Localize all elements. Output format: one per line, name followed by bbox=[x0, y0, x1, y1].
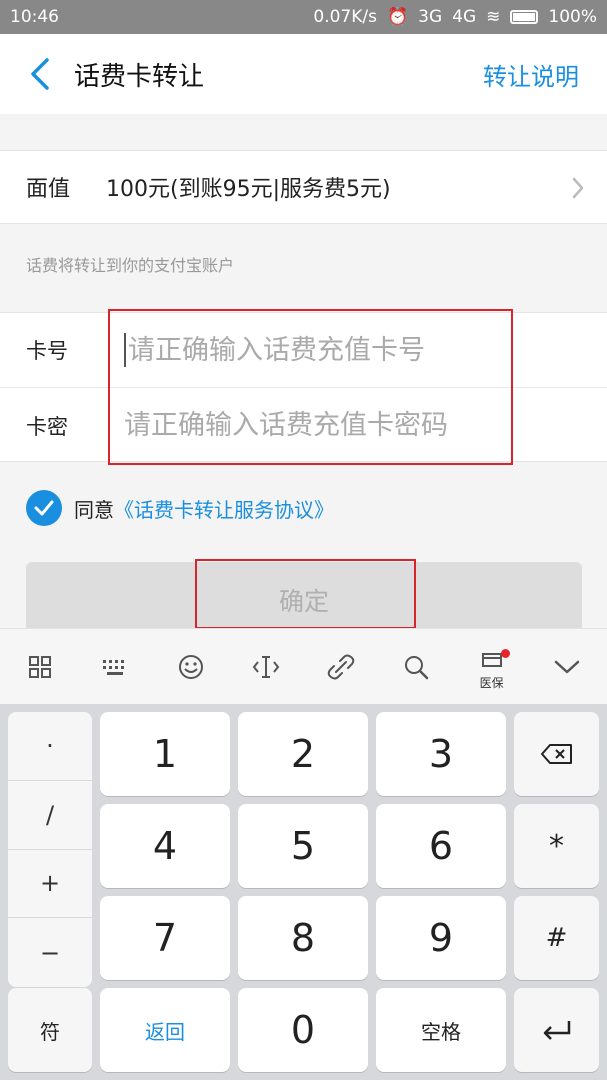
agreement-link[interactable]: 《话费卡转让服务协议》 bbox=[114, 494, 334, 523]
back-key[interactable]: 返回 bbox=[100, 988, 230, 1072]
key-plus[interactable]: + bbox=[8, 850, 92, 919]
numeric-keyboard: · / + − 1 2 3 4 5 6 * 7 8 9 # 符 返回 0 空格 bbox=[0, 704, 607, 1080]
grid-icon[interactable] bbox=[18, 645, 62, 689]
key-7[interactable]: 7 bbox=[100, 896, 230, 980]
medical-card-icon[interactable]: 医保 bbox=[470, 645, 514, 690]
key-3[interactable]: 3 bbox=[376, 712, 506, 796]
key-1[interactable]: 1 bbox=[100, 712, 230, 796]
page-title: 话费卡转让 bbox=[74, 61, 205, 92]
status-time: 10:46 bbox=[10, 7, 59, 27]
nav-bar: 话费卡转让 转让说明 bbox=[0, 34, 607, 114]
key-2[interactable]: 2 bbox=[238, 712, 368, 796]
notification-dot bbox=[500, 648, 510, 658]
space-key[interactable]: 空格 bbox=[376, 988, 506, 1072]
face-value-label: 面值 bbox=[26, 177, 71, 202]
enter-key[interactable] bbox=[514, 988, 599, 1072]
transfer-instructions-link[interactable]: 转让说明 bbox=[483, 57, 579, 92]
chevron-down-icon[interactable] bbox=[545, 645, 589, 689]
key-5[interactable]: 5 bbox=[238, 804, 368, 888]
checkbox-checked-icon[interactable] bbox=[26, 490, 62, 526]
key-9[interactable]: 9 bbox=[376, 896, 506, 980]
key-dot[interactable]: · bbox=[8, 712, 92, 781]
key-asterisk[interactable]: * bbox=[514, 804, 599, 888]
key-8[interactable]: 8 bbox=[238, 896, 368, 980]
network-speed: 0.07K/s bbox=[313, 7, 377, 27]
symbol-column: · / + − bbox=[8, 712, 92, 987]
emoji-icon[interactable] bbox=[169, 645, 213, 689]
wifi-icon: ≋ bbox=[486, 7, 501, 27]
input-highlight-box bbox=[108, 309, 513, 465]
key-minus[interactable]: − bbox=[8, 918, 92, 987]
cursor-move-icon[interactable] bbox=[244, 645, 288, 689]
chevron-right-icon bbox=[571, 176, 585, 204]
alarm-icon: ⏰ bbox=[386, 7, 409, 27]
status-bar: 10:46 0.07K/s ⏰ 3G 4G ≋ 100% bbox=[0, 0, 607, 34]
face-value-text: 100元(到账95元|服务费5元) bbox=[106, 177, 391, 202]
agreement-prefix: 同意 bbox=[74, 497, 114, 522]
key-6[interactable]: 6 bbox=[376, 804, 506, 888]
agreement-row: 同意 《话费卡转让服务协议》 bbox=[26, 490, 334, 526]
signal-3g: 3G bbox=[418, 7, 443, 27]
clipboard-icon[interactable] bbox=[319, 645, 363, 689]
symbols-key[interactable]: 符 bbox=[8, 988, 92, 1072]
key-0[interactable]: 0 bbox=[238, 988, 368, 1072]
button-highlight-box bbox=[195, 559, 416, 629]
keyboard-icon[interactable] bbox=[93, 645, 137, 689]
back-arrow-icon[interactable] bbox=[10, 34, 70, 114]
signal-4g: 4G bbox=[452, 7, 477, 27]
backspace-icon bbox=[540, 744, 572, 764]
key-4[interactable]: 4 bbox=[100, 804, 230, 888]
medical-label: 医保 bbox=[479, 675, 504, 690]
enter-icon bbox=[543, 1021, 570, 1040]
face-value-row[interactable]: 面值 100元(到账95元|服务费5元) bbox=[0, 150, 607, 224]
key-hash[interactable]: # bbox=[514, 896, 599, 980]
battery-icon bbox=[510, 10, 539, 24]
keyboard-toolbar: 医保 bbox=[0, 628, 607, 704]
backspace-key[interactable] bbox=[514, 712, 599, 796]
status-indicators: 0.07K/s ⏰ 3G 4G ≋ 100% bbox=[313, 7, 597, 27]
search-icon[interactable] bbox=[394, 645, 438, 689]
battery-level: 100% bbox=[548, 7, 597, 27]
key-slash[interactable]: / bbox=[8, 781, 92, 850]
transfer-hint: 话费将转让到你的支付宝账户 bbox=[26, 256, 235, 275]
